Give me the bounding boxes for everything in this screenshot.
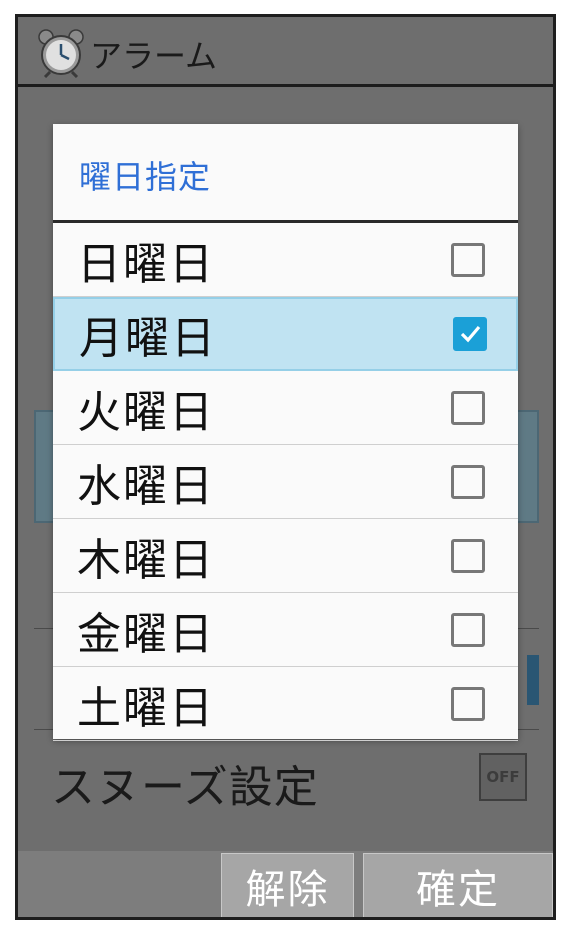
snooze-toggle[interactable]: OFF [479, 753, 527, 801]
dialog-header: 曜日指定 [53, 124, 518, 220]
day-label: 水曜日 [77, 460, 215, 512]
day-row-friday[interactable]: 金曜日 [53, 593, 518, 667]
app-title: アラーム [90, 37, 218, 75]
day-row-monday[interactable]: 月曜日 [53, 297, 518, 371]
background-button [527, 655, 539, 705]
day-label: 日曜日 [77, 238, 215, 290]
snooze-setting-label: スヌーズ設定 [51, 762, 319, 813]
day-label: 火曜日 [77, 386, 215, 438]
day-checkbox[interactable] [451, 464, 485, 499]
day-checkbox[interactable] [453, 317, 487, 351]
day-checkbox[interactable] [451, 538, 485, 573]
day-row-thursday[interactable]: 木曜日 [53, 519, 518, 593]
day-label: 木曜日 [77, 534, 215, 586]
title-bar: アラーム [18, 17, 553, 87]
alarm-clock-icon [38, 29, 84, 78]
day-row-sunday[interactable]: 日曜日 [53, 223, 518, 297]
day-checkbox[interactable] [451, 612, 485, 647]
release-button[interactable]: 解除 [221, 853, 354, 917]
confirm-button[interactable]: 確定 [363, 853, 553, 917]
checkmark-icon [460, 325, 481, 343]
day-checkbox[interactable] [451, 242, 485, 277]
day-of-week-dialog: 曜日指定 日曜日月曜日火曜日水曜日木曜日金曜日土曜日 [53, 124, 518, 741]
day-label: 金曜日 [77, 608, 215, 660]
day-label: 月曜日 [79, 313, 217, 364]
dialog-title: 曜日指定 [79, 158, 212, 196]
day-row-wednesday[interactable]: 水曜日 [53, 445, 518, 519]
day-list: 日曜日月曜日火曜日水曜日木曜日金曜日土曜日 [53, 223, 518, 741]
day-row-tuesday[interactable]: 火曜日 [53, 371, 518, 445]
day-row-saturday[interactable]: 土曜日 [53, 667, 518, 741]
day-checkbox[interactable] [451, 390, 485, 425]
bottom-bar: 解除 確定 [18, 851, 553, 917]
day-label: 土曜日 [77, 682, 215, 734]
day-checkbox[interactable] [451, 686, 485, 721]
